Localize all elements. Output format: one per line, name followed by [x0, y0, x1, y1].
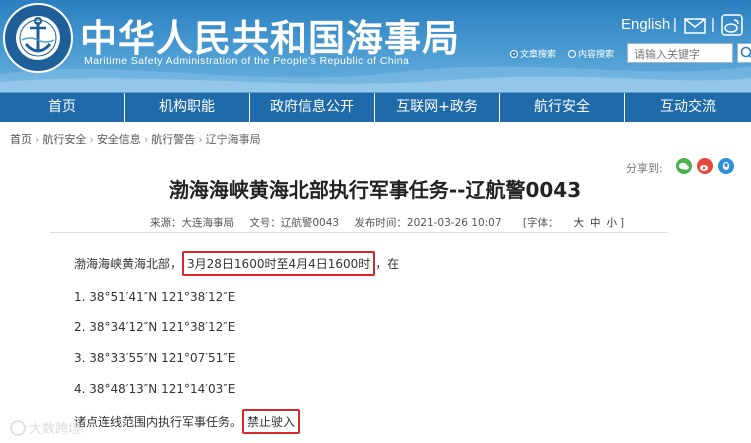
nav-item-navigation-safety[interactable]: 航行安全 [500, 93, 625, 122]
breadcrumb-safety-info[interactable]: 安全信息 [97, 133, 141, 146]
breadcrumb: 首页 › 航行安全 › 安全信息 › 航行警告 › 辽宁海事局 [10, 131, 261, 147]
article-meta: 来源：大连海事局 文号：辽航警0043 发布时间：2021-03-26 10:0… [150, 215, 636, 230]
breadcrumb-nav-warning[interactable]: 航行警告 [151, 133, 195, 146]
search-input[interactable]: 请输入关键字 [627, 43, 733, 63]
nav-item-internet-gov[interactable]: 互联网+政务 [375, 93, 500, 122]
meta-divider [50, 232, 668, 233]
article-source: 来源：大连海事局 [150, 217, 234, 229]
breadcrumb-home[interactable]: 首页 [10, 133, 32, 146]
nav-item-interaction[interactable]: 互动交流 [625, 93, 751, 122]
breadcrumb-navigation-safety[interactable]: 航行安全 [42, 133, 86, 146]
site-subtitle: Maritime Safety Administration of the Pe… [84, 55, 410, 67]
main-nav: 首页 机构职能 政府信息公开 互联网+政务 航行安全 互动交流 [0, 92, 751, 122]
breadcrumb-arrow: › [89, 133, 94, 146]
highlight-no-entry: 禁止驶入 [242, 409, 301, 434]
watermark: 大数跨境 [10, 418, 81, 437]
coordinate-point: 4. 38°48′13″N 121°14′03″E [74, 382, 236, 396]
weibo-icon[interactable] [721, 14, 743, 36]
breadcrumb-arrow: › [143, 133, 149, 146]
top-right-links: English | | [621, 14, 751, 40]
nav-item-home[interactable]: 首页 [0, 93, 125, 122]
breadcrumb-current[interactable]: 辽宁海事局 [206, 133, 261, 146]
site-title: 中华人民共和国海事局 [80, 17, 460, 60]
font-size-control: [字体：大中小] [522, 217, 625, 229]
search-icon [740, 46, 751, 59]
article-publish-time: 发布时间：2021-03-26 10:07 [354, 217, 502, 229]
breadcrumb-arrow: › [198, 133, 203, 146]
search-option-content[interactable]: 内容搜索 [568, 47, 614, 60]
article-intro: 渤海海峡黄海北部， 3月28日1600时至4月4日1600时 ，在 [74, 251, 399, 276]
radio-unselected-icon [568, 50, 576, 58]
separator: | [673, 16, 677, 33]
watermark-logo-icon [10, 420, 26, 436]
coordinate-point: 1. 38°51′41″N 121°38′12″E [74, 290, 236, 304]
separator: | [711, 16, 715, 33]
search-option-article[interactable]: 文章搜索 [510, 47, 556, 60]
search-button[interactable] [737, 43, 751, 63]
article-title: 渤海海峡黄海北部执行军事任务--辽航警0043 [168, 178, 582, 202]
breadcrumb-arrow: › [35, 133, 40, 146]
weibo-icon[interactable] [697, 158, 713, 174]
font-size-large[interactable]: 大 [574, 217, 585, 229]
radio-selected-icon [510, 50, 518, 58]
mail-icon[interactable] [684, 18, 706, 34]
search-area: 文章搜索 内容搜索 请输入关键字 [510, 43, 751, 63]
english-link[interactable]: English [621, 16, 670, 33]
article-closing: 诸点连线范围内执行军事任务。 禁止驶入 [74, 409, 301, 434]
qq-icon[interactable] [718, 158, 734, 174]
font-size-small[interactable]: 小 [607, 217, 618, 229]
article-doc-no: 文号：辽航警0043 [249, 217, 340, 229]
msa-logo[interactable] [2, 2, 74, 74]
wechat-icon[interactable] [676, 158, 692, 174]
coordinate-point: 3. 38°33′55″N 121°07′51″E [74, 351, 236, 365]
coordinate-point: 2. 38°34′12″N 121°38′12″E [74, 320, 236, 334]
highlight-time-range: 3月28日1600时至4月4日1600时 [182, 251, 376, 276]
site-header: 中华人民共和国海事局 Maritime Safety Administratio… [0, 0, 751, 92]
nav-item-functions[interactable]: 机构职能 [125, 93, 250, 122]
nav-item-gov-info[interactable]: 政府信息公开 [250, 93, 375, 122]
font-size-medium[interactable]: 中 [590, 217, 601, 229]
